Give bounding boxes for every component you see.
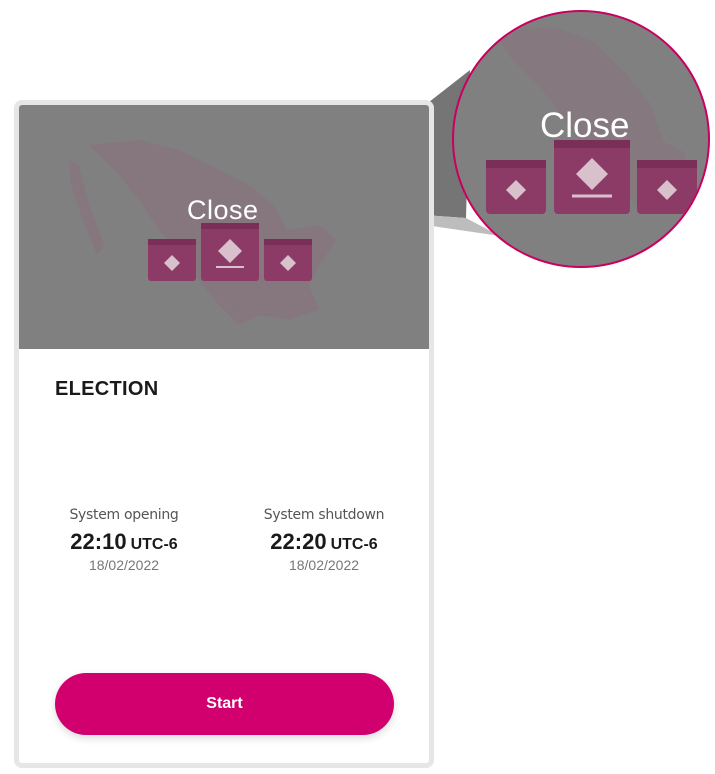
system-shutdown-block: System shutdown 22:20 UTC-6 18/02/2022 <box>239 507 409 573</box>
system-opening-block: System opening 22:10 UTC-6 18/02/2022 <box>39 507 209 573</box>
system-opening-caption: System opening <box>69 507 179 523</box>
zoom-magnifier: Close <box>452 10 710 268</box>
ballot-boxes-icon <box>486 140 697 214</box>
election-banner: Close <box>19 105 429 349</box>
election-status-label: Close <box>187 195 259 225</box>
system-shutdown-caption: System shutdown <box>263 507 385 523</box>
system-opening-timezone: UTC-6 <box>130 536 178 553</box>
election-card: Close ELECTION System opening 22:10 UTC-6… <box>14 100 434 768</box>
start-button[interactable]: Start <box>55 673 394 735</box>
system-shutdown-timezone: UTC-6 <box>330 536 378 553</box>
ballot-boxes-icon <box>148 223 312 281</box>
system-shutdown-date: 18/02/2022 <box>288 557 360 573</box>
election-title: ELECTION <box>55 378 159 400</box>
system-shutdown-time: 22:20 UTC-6 <box>239 529 409 555</box>
system-opening-time: 22:10 UTC-6 <box>39 529 209 555</box>
system-shutdown-hour: 22:20 <box>270 529 327 554</box>
system-opening-hour: 22:10 <box>70 529 127 554</box>
system-opening-date: 18/02/2022 <box>88 557 160 573</box>
